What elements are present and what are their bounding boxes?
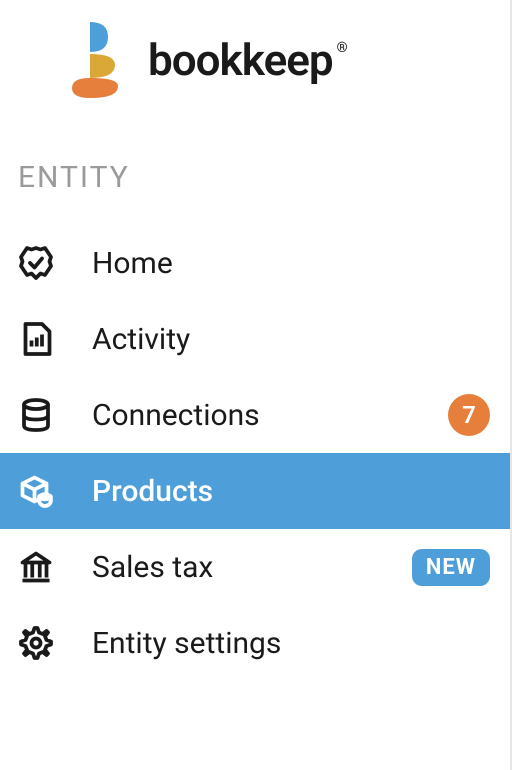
nav-item-entity-settings[interactable]: Entity settings [0, 605, 510, 681]
nav-item-sales-tax[interactable]: Sales tax NEW [0, 529, 510, 605]
logo-mark [70, 20, 130, 100]
badge-count: 7 [448, 394, 490, 436]
products-icon [16, 471, 56, 511]
database-icon [16, 395, 56, 435]
nav-item-label: Sales tax [92, 550, 213, 585]
bank-icon [16, 547, 56, 587]
nav-item-home[interactable]: Home [0, 225, 510, 301]
section-label: ENTITY [0, 160, 510, 225]
chart-icon [16, 319, 56, 359]
nav-item-label: Activity [92, 322, 190, 357]
nav-item-label: Connections [92, 398, 260, 433]
logo-area: bookkeep® [0, 0, 510, 160]
nav-item-activity[interactable]: Activity [0, 301, 510, 377]
nav-item-label: Entity settings [92, 626, 281, 661]
registered-mark: ® [337, 40, 347, 56]
gear-icon [16, 623, 56, 663]
check-badge-icon [16, 243, 56, 283]
nav-item-label: Home [92, 246, 173, 281]
nav-item-connections[interactable]: Connections 7 [0, 377, 510, 453]
badge-new: NEW [412, 549, 490, 586]
nav-item-products[interactable]: Products [0, 453, 510, 529]
brand-name: bookkeep [148, 34, 333, 86]
nav-item-label: Products [92, 474, 213, 509]
logo-text: bookkeep® [148, 34, 333, 86]
